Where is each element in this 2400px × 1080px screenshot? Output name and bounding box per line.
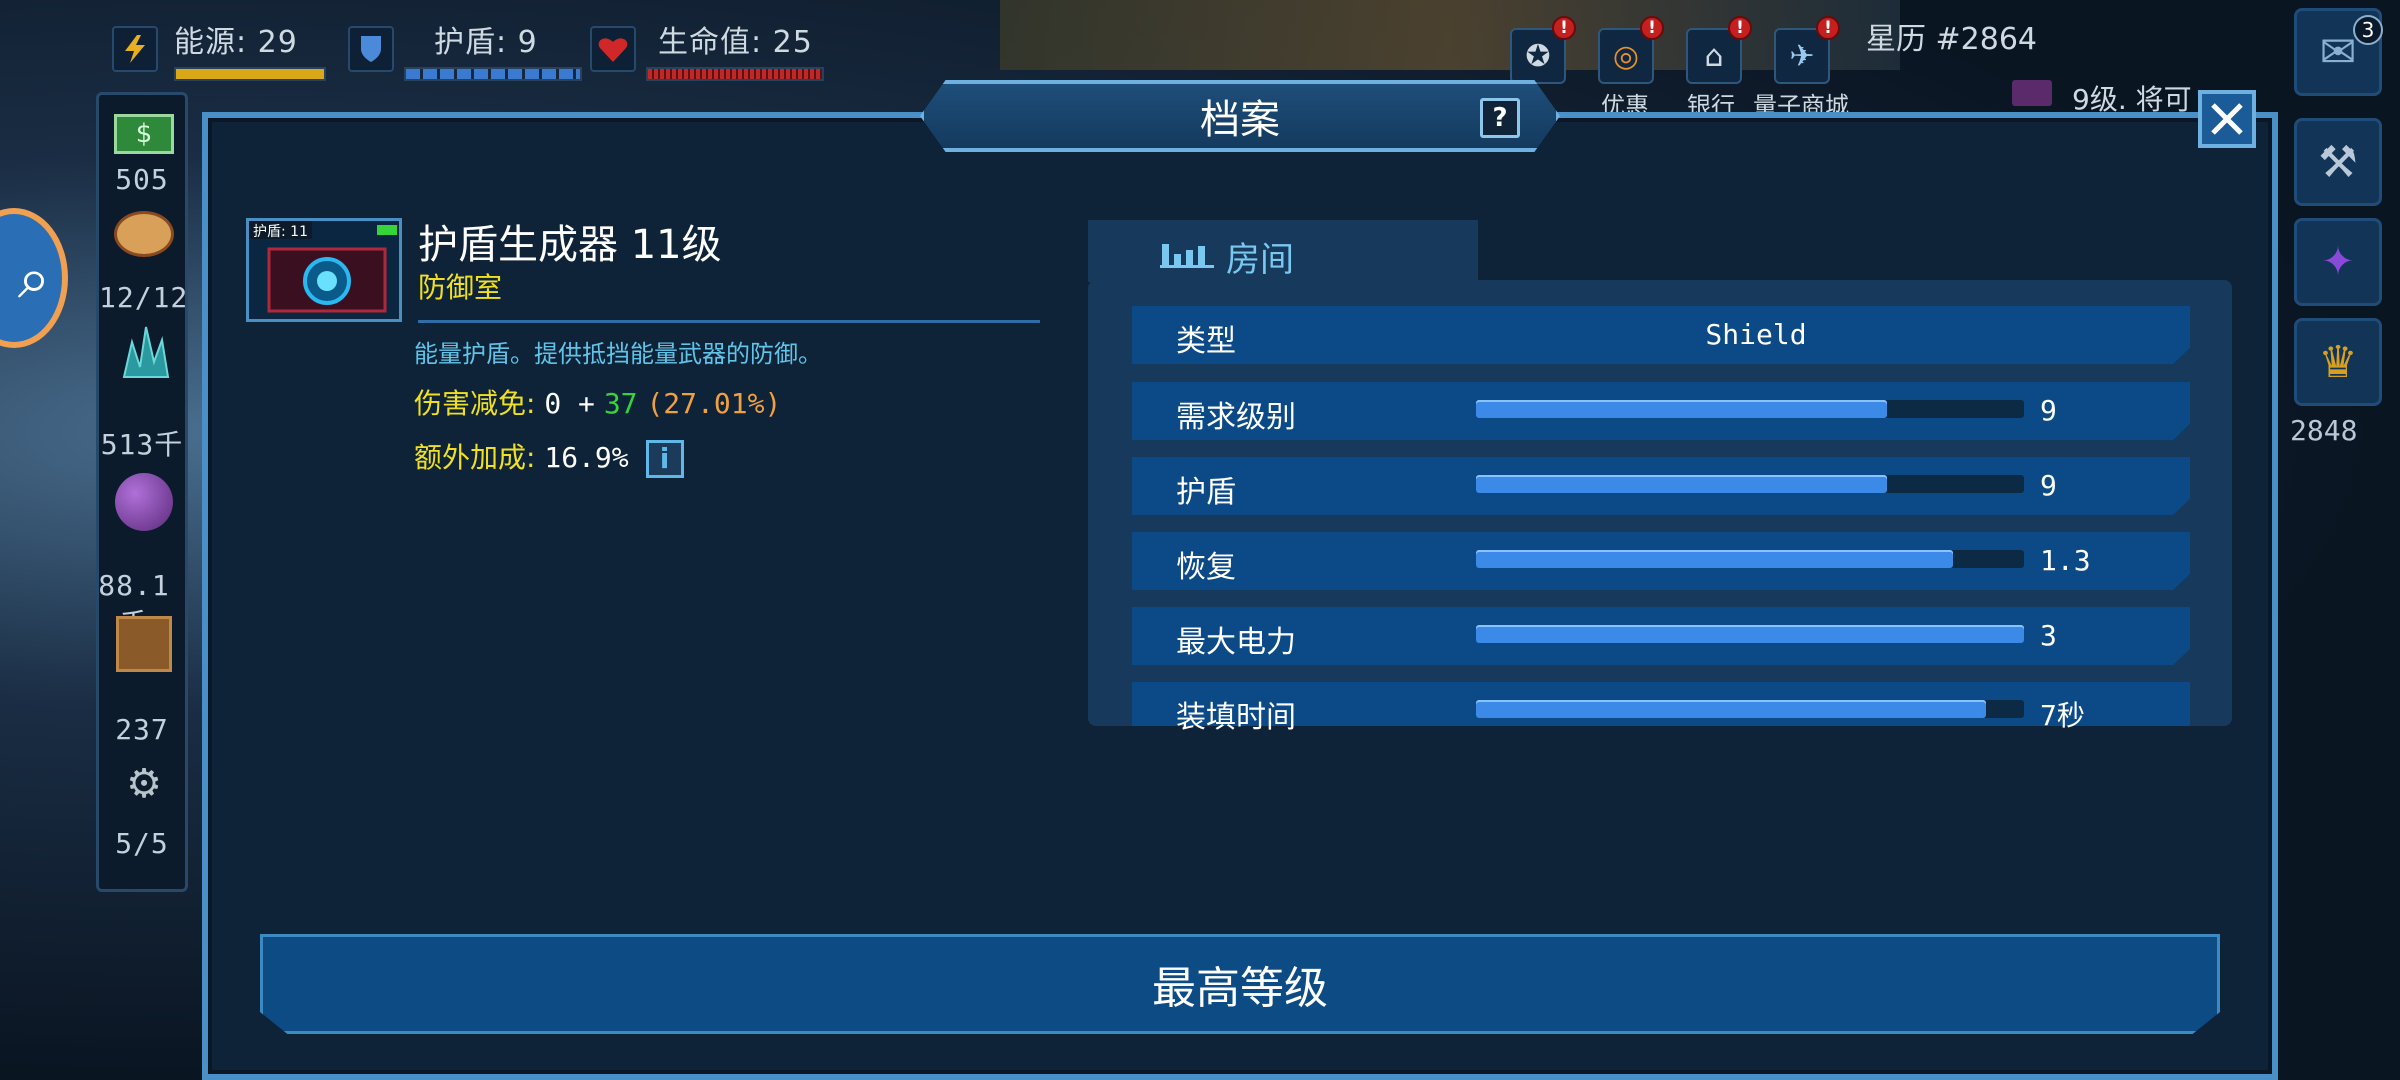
stardate: 星历 #2864	[1866, 22, 2038, 57]
resource-column: $ 505 12/12 513千 88.1千 237 ⚙ 5/5	[96, 92, 188, 892]
search-icon: ⌕	[17, 243, 51, 312]
stat-label: 护盾	[1176, 475, 1236, 510]
energy-stat: 能源: 29	[112, 14, 326, 84]
supply-icon[interactable]	[111, 613, 177, 675]
energy-bar	[174, 67, 326, 81]
stat-value: 1.3	[2040, 544, 2091, 577]
galaxy-button[interactable]: ✦	[2294, 218, 2382, 306]
production-value: 5/5	[115, 827, 169, 860]
chat-badge: 3	[2353, 15, 2383, 45]
hp-stat: 生命值: 25	[590, 14, 824, 84]
stat-bar	[1476, 475, 2024, 493]
factory-icon[interactable]: ⚙	[111, 753, 177, 815]
item-description: 能量护盾。提供抵挡能量武器的防御。	[414, 340, 822, 368]
info-icon[interactable]: i	[645, 440, 684, 478]
stat-value: 3	[2040, 619, 2057, 652]
alert-badge: !	[1552, 16, 1576, 40]
hammer-icon: ⚒	[2318, 136, 2358, 188]
bank-icon: ⌂	[1704, 38, 1724, 74]
galaxy-icon: ✦	[2321, 239, 2355, 285]
trophy-count: 2848	[2290, 414, 2358, 447]
dialog-title-bar: 档案	[920, 80, 1560, 152]
stat-label: 需求级别	[1176, 400, 1296, 435]
gas-icon[interactable]	[111, 471, 177, 533]
energy-label: 能源: 29	[174, 25, 298, 60]
stat-bar	[1476, 625, 2024, 643]
bonus-label: 额外加成:	[414, 441, 536, 474]
minerals-value: 513千	[100, 428, 184, 461]
stat-value: 9	[2040, 469, 2057, 502]
max-level-button[interactable]: 最高等级	[260, 934, 2220, 1034]
damage-reduction-row: 伤害减免: 0 + 37 (27.01%)	[414, 382, 781, 422]
shield-label: 护盾: 9	[434, 25, 538, 60]
alert-badge: !	[1728, 16, 1752, 40]
quantum-shop-button[interactable]: ✈ !	[1774, 16, 1840, 84]
build-button[interactable]: ⚒	[2294, 118, 2382, 206]
close-button[interactable]	[2198, 90, 2256, 148]
damage-label: 伤害减免:	[414, 387, 536, 420]
dialog-title: 档案	[1200, 97, 1280, 143]
credits-value: 505	[115, 163, 169, 196]
bonus-row: 额外加成: 16.9% i	[414, 436, 684, 478]
trophy-icon: ♛	[2318, 336, 2358, 388]
damage-base: 0 +	[544, 387, 595, 420]
mineral-icon[interactable]	[111, 321, 177, 383]
trophy-button[interactable]: ♛	[2294, 318, 2382, 406]
shield-generator-icon	[267, 225, 397, 313]
heart-icon	[590, 26, 636, 72]
hp-bar	[646, 67, 824, 81]
alert-badge: !	[1816, 16, 1840, 40]
stat-row-type: 类型 Shield	[1132, 306, 2190, 364]
damage-add: 37	[603, 387, 638, 420]
item-category: 防御室	[418, 271, 503, 304]
chat-icon: ✉	[2319, 26, 2357, 78]
stat-bar	[1476, 700, 2024, 718]
shield-stat: 护盾: 9	[348, 14, 582, 84]
stat-value: Shield	[1705, 318, 1807, 351]
max-level-label: 最高等级	[1152, 963, 1328, 1014]
stat-value: 9	[2040, 394, 2057, 427]
stat-row-reload-time: 装填时间 7秒	[1132, 682, 2190, 735]
item-thumbnail: 护盾: 11	[246, 218, 402, 322]
divider	[418, 320, 1040, 323]
close-icon	[2211, 103, 2243, 135]
bonus-value: 16.9%	[544, 441, 629, 474]
missions-button[interactable]: ✪ !	[1510, 16, 1576, 84]
stat-row-required-level: 需求级别 9	[1132, 382, 2190, 440]
cash-icon[interactable]: $	[111, 103, 177, 165]
space-background	[1000, 0, 1900, 70]
help-button[interactable]: ?	[1480, 98, 1520, 138]
stat-label: 恢复	[1176, 550, 1236, 585]
crew-icon[interactable]	[111, 203, 177, 265]
stat-label: 最大电力	[1176, 625, 1296, 660]
gift-icon: ◎	[1612, 38, 1640, 74]
shield-bar	[404, 67, 582, 81]
stat-row-max-power: 最大电力 3	[1132, 607, 2190, 665]
crew-value: 12/12	[99, 281, 189, 314]
bank-button[interactable]: ⌂ !	[1686, 16, 1752, 84]
star-badge-icon: ✪	[1525, 38, 1551, 74]
hp-label: 生命值: 25	[658, 25, 813, 60]
ship-icon: ✈	[1789, 38, 1815, 74]
supply-value: 237	[115, 713, 169, 746]
stat-row-shield: 护盾 9	[1132, 457, 2190, 515]
item-name: 护盾生成器 11级	[418, 222, 722, 268]
stat-bar	[1476, 550, 2024, 568]
lightning-icon	[112, 26, 158, 72]
search-button[interactable]: ⌕	[0, 208, 68, 348]
room-title: 房间	[1226, 240, 1294, 280]
bar-chart-icon	[1160, 244, 1214, 268]
stat-bar	[1476, 400, 2024, 418]
stat-row-recovery: 恢复 1.3	[1132, 532, 2190, 590]
stat-value: 7秒	[2040, 699, 2085, 732]
offers-button[interactable]: ◎ !	[1598, 16, 1664, 84]
stat-label: 装填时间	[1176, 700, 1296, 735]
shield-icon	[348, 26, 394, 72]
damage-percent: (27.01%)	[646, 387, 782, 420]
ai-badge-icon	[2012, 80, 2052, 106]
chat-button[interactable]: ✉ 3	[2294, 8, 2383, 96]
alert-badge: !	[1640, 16, 1664, 40]
